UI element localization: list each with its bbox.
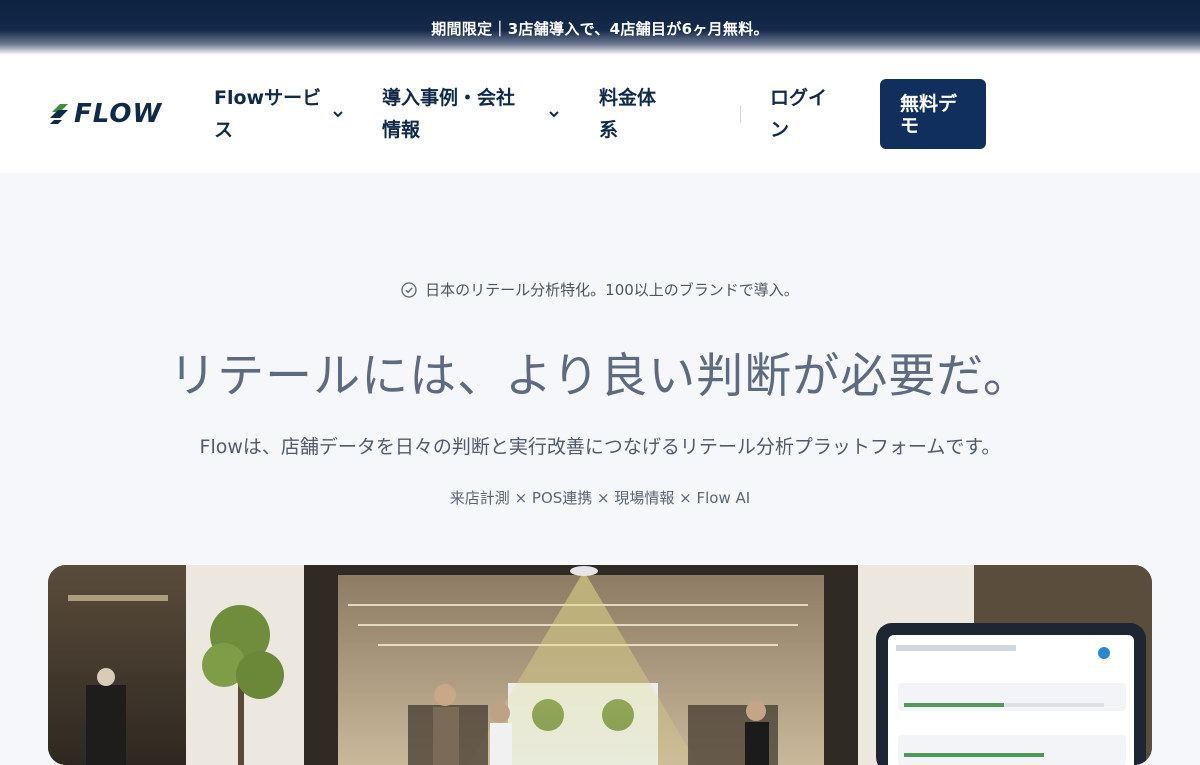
logo-text: FLOW [74,99,163,129]
free-demo-button[interactable]: 無料デ モ [880,79,986,149]
nav-flow-service-label-1: Flowサービ [214,87,322,109]
hero-features: 来店計測 × POS連携 × 現場情報 × Flow AI [449,489,751,507]
hero-tagline: 日本のリテール分析特化。100以上のブランドで導入。 [0,279,1200,300]
nav-flow-service-label-2: ス [214,119,234,141]
free-demo-button-label-2: モ [900,115,920,137]
nav-login[interactable]: ログイ ン [770,82,840,146]
hero-tagline-text: 日本のリテール分析特化。100以上のブランドで導入。 [425,281,799,299]
nav-case-company[interactable]: 導入事例・会社 情報 [382,82,532,146]
store-photo-illustration [48,565,1152,765]
nav-case-company-label-2: 情報 [382,119,421,141]
check-circle-icon [401,281,417,298]
nav-login-label-1: ログイ [770,87,828,109]
hero-section: 日本のリテール分析特化。100以上のブランドで導入。 リテールには、より良い判断… [0,173,1200,765]
hero-subline: Flowは、店舗データを日々の判断と実行改善につなげるリテール分析プラットフォー… [199,436,1001,458]
nav-pricing-label-2: 系 [599,119,619,141]
nav-login-label-2: ン [770,119,790,141]
nav-pricing-label-1: 料金体 [599,87,657,109]
hero-headline: リテールには、より良い判断が必要だ。 [169,349,1031,404]
nav-flow-service[interactable]: Flowサービ ス [214,82,324,146]
site-header: FLOW Flowサービ ス 導入事例・会社 情報 料金体 系 ログイ ン 無料… [0,55,1200,173]
nav-case-company-label-1: 導入事例・会社 [382,87,516,109]
promo-banner-text: 期間限定｜3店舗導入で、4店舗目が6ヶ月無料。 [431,20,769,38]
hero-store-image [48,565,1152,765]
nav-pricing[interactable]: 料金体 系 [599,82,669,146]
nav-divider [740,105,741,123]
free-demo-button-label-1: 無料デ [900,93,958,115]
flow-logo-mark-icon [50,104,68,124]
promo-banner: 期間限定｜3店舗導入で、4店舗目が6ヶ月無料。 [0,0,1200,55]
flow-logo[interactable]: FLOW [48,101,162,127]
chevron-down-icon[interactable] [332,109,344,119]
chevron-down-icon[interactable] [548,109,560,119]
